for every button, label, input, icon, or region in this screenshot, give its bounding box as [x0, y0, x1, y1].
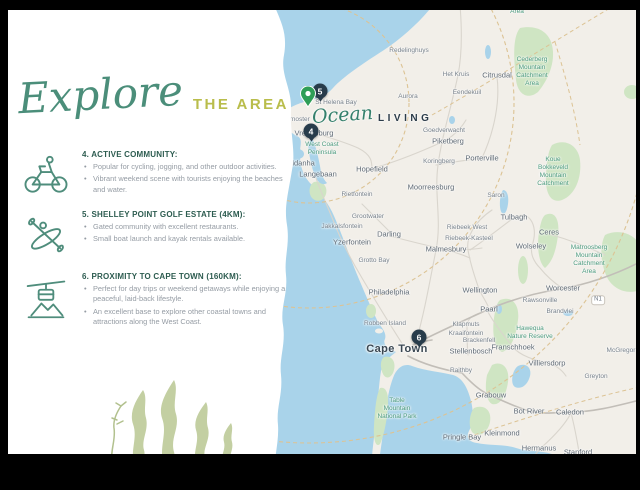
map-label-hawequa-nature-reserve: Hawequa Nature Reserve [507, 325, 553, 341]
brochure-page: Area Cederberg Mountain Catchment Area Kou… [8, 10, 636, 454]
map-label-worcester: Worcester [546, 283, 580, 292]
map-label-philadelphia: Philadelphia [369, 287, 410, 296]
map-label-goedverwacht: Goedverwacht [423, 127, 465, 135]
map-label-brackenfell: Brackenfell [463, 337, 495, 345]
map-label-moorreesburg: Moorreesburg [408, 182, 455, 191]
map-label-jakkalsfontein: Jakkalsfontein [321, 223, 362, 231]
map-label-grootwater: Grootwater [352, 213, 384, 221]
map-label-area: Area [510, 10, 524, 16]
section-heading: 6. PROXIMITY TO CAPE TOWN (160KM): [82, 272, 288, 281]
map-label-stellenbosch: Stellenbosch [450, 346, 493, 355]
letterbox-left [0, 0, 8, 490]
marker-number: 5 [318, 86, 323, 96]
map-label-rawsonville: Rawsonville [523, 297, 558, 305]
map-label-pringle-bay: Pringle Bay [443, 432, 481, 441]
bullet-item: Popular for cycling, jogging, and other … [82, 162, 288, 172]
section-cape-town: 6. PROXIMITY TO CAPE TOWN (160KM): Perfe… [20, 272, 288, 329]
map-label-grotto-bay: Grotto Bay [358, 257, 389, 265]
map-label-redelinghuys: Redelinghuys [389, 47, 428, 55]
map-label-wellington: Wellington [463, 285, 498, 294]
map-label-caledon: Caledon [556, 407, 584, 416]
cyclist-icon [20, 150, 72, 197]
map-label-eendekuil: Eendekuil [453, 89, 482, 97]
map-label-grabouw: Grabouw [476, 390, 506, 399]
map-label-hopefield: Hopefield [356, 164, 388, 173]
map-label-malmesbury: Malmesbury [426, 244, 467, 253]
map-label-ceres: Ceres [539, 227, 559, 236]
section-text: 5. SHELLEY POINT GOLF ESTATE (4KM): Gate… [82, 210, 288, 259]
map-label-citrusdal: Citrusdal [482, 70, 512, 79]
map-label-yzerfontein: Yzerfontein [333, 237, 371, 246]
feature-sections: 4. ACTIVE COMMUNITY: Popular for cycling… [20, 150, 288, 343]
map-label-aurora: Aurora [398, 93, 418, 101]
map-label-brandvlei: Brandvlei [546, 308, 573, 316]
map-label-wolseley: Wolseley [516, 241, 546, 250]
map-label-het-kruis: Het Kruis [443, 71, 470, 79]
map-label-table-mountain-national-park: Table Mountain National Park [377, 397, 416, 421]
map-label-tulbagh: Tulbagh [501, 212, 528, 221]
map-label-koringberg: Koringberg [423, 158, 455, 166]
bullet-item: An excellent base to explore other coast… [82, 307, 288, 328]
title-script: Explore [17, 66, 184, 124]
map-label-riebeek-kasteel: Riebeek-Kasteel [445, 235, 493, 243]
map-label-darling: Darling [377, 229, 401, 238]
map-label-porterville: Porterville [465, 153, 498, 162]
map-label-n1: N1 [591, 295, 605, 305]
bullet-list: Popular for cycling, jogging, and other … [82, 162, 288, 195]
bullet-list: Perfect for day trips or weekend getaway… [82, 284, 288, 327]
map-label-langebaan: Langebaan [299, 169, 337, 178]
kayak-icon [20, 210, 72, 259]
map-label-raithby: Raithby [450, 367, 472, 375]
map-label-piketberg: Piketberg [432, 136, 464, 145]
brand-logo: Ocean LIVING [312, 104, 432, 126]
letterbox-bottom [0, 454, 640, 490]
map-marker-6: 6 [412, 330, 427, 345]
section-text: 6. PROXIMITY TO CAPE TOWN (160KM): Perfe… [82, 272, 288, 329]
page-title: Explore THE AREA [18, 70, 289, 119]
map-label-bot-river: Bot River [514, 406, 545, 415]
map-label-matroosberg-mountain-catchment-area: Matroosberg Mountain Catchment Area [571, 244, 608, 277]
map-label-villiersdorp: Villiersdorp [529, 358, 566, 367]
map-label-koue-bokkeveld-mountain-catchment: Koue Bokkeveld Mountain Catchment [537, 156, 568, 189]
map-label-hermanus: Hermanus [522, 443, 557, 452]
bullet-item: Gated community with excellent restauran… [82, 222, 288, 232]
section-text: 4. ACTIVE COMMUNITY: Popular for cycling… [82, 150, 288, 197]
map-label-kleinmond: Kleinmond [484, 428, 519, 437]
kelp-decoration [96, 372, 246, 454]
map-label-rietfontein: Rietfontein [341, 191, 372, 199]
map-label-stanford: Stanford [564, 447, 592, 454]
section-active-community: 4. ACTIVE COMMUNITY: Popular for cycling… [20, 150, 288, 197]
map-label-kraaifontein: Kraaifontein [449, 330, 484, 338]
letterbox-right [636, 0, 640, 490]
map-label-franschhoek: Franschhoek [491, 342, 534, 351]
brand-script-text: Ocean [311, 102, 373, 128]
brochure-frame: Area Cederberg Mountain Catchment Area Kou… [0, 0, 640, 490]
letterbox-top [0, 0, 640, 10]
bullet-list: Gated community with excellent restauran… [82, 222, 288, 245]
map-label-greyton: Greyton [584, 373, 607, 381]
map-label-cederberg-mountain-catchment-area: Cederberg Mountain Catchment Area [516, 56, 547, 89]
map-label-mcgregor: McGregor [607, 347, 636, 355]
map-label-paarl: Paarl [480, 304, 498, 313]
cable-car-icon [20, 272, 72, 329]
brand-caps-text: LIVING [378, 113, 432, 124]
map-label-saron: Saron [487, 192, 504, 200]
bullet-item: Perfect for day trips or weekend getaway… [82, 284, 288, 305]
section-heading: 5. SHELLEY POINT GOLF ESTATE (4KM): [82, 210, 288, 219]
section-heading: 4. ACTIVE COMMUNITY: [82, 150, 288, 159]
bullet-item: Vibrant weekend scene with tourists enjo… [82, 174, 288, 195]
map-label-riebeek-west: Riebeek West [447, 224, 487, 232]
map-label-robben-island: Robben Island [364, 320, 406, 328]
map-label-klapmuts: Klapmuts [452, 321, 479, 329]
title-caps: THE AREA [193, 96, 289, 113]
marker-number: 6 [417, 332, 422, 342]
section-golf-estate: 5. SHELLEY POINT GOLF ESTATE (4KM): Gate… [20, 210, 288, 259]
map-label-west-coast-peninsula: West Coast Peninsula [305, 141, 338, 157]
bullet-item: Small boat launch and kayak rentals avai… [82, 234, 288, 244]
